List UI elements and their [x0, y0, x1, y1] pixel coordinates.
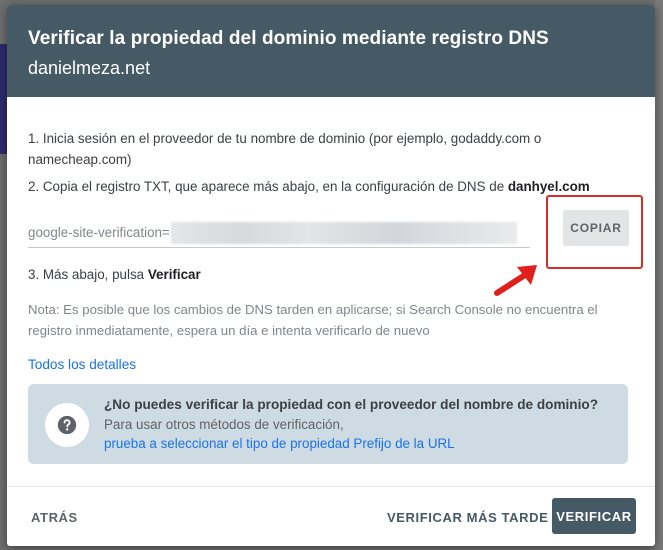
dns-delay-note: Nota: Es posible que los cambios de DNS …	[28, 302, 598, 338]
dialog-footer: ATRÁS VERIFICAR MÁS TARDE VERIFICAR	[7, 486, 655, 546]
step-1-text: 1. Inicia sesión en el proveedor de tu n…	[28, 131, 542, 167]
step-2-text: 2. Copia el registro TXT, que aparece má…	[28, 176, 618, 197]
alternative-method-card: ¿No puedes verificar la propiedad con el…	[28, 384, 628, 464]
verify-button[interactable]: VERIFICAR	[552, 498, 636, 534]
background-page-edge	[655, 0, 663, 550]
dialog-domain: danielmeza.net	[28, 58, 151, 78]
txt-record-prefix: google-site-verification=	[28, 224, 170, 240]
help-icon-circle	[45, 403, 89, 447]
alternative-method-text: ¿No puedes verificar la propiedad con el…	[104, 395, 624, 453]
step-2-prefix: 2. Copia el registro TXT, que aparece má…	[28, 179, 508, 194]
step-3-prefix: 3. Más abajo, pulsa	[28, 267, 148, 282]
verify-later-button[interactable]: VERIFICAR MÁS TARDE	[379, 501, 556, 533]
url-prefix-property-link[interactable]: prueba a seleccionar el tipo de propieda…	[104, 434, 455, 453]
back-button[interactable]: ATRÁS	[21, 501, 88, 533]
all-details-link[interactable]: Todos los detalles	[28, 355, 136, 375]
alternative-method-subtitle: Para usar otros métodos de verificación,	[104, 417, 344, 432]
step-3-text: 3. Más abajo, pulsa Verificar	[28, 264, 618, 285]
verify-domain-dialog: Verificar la propiedad del dominio media…	[7, 5, 655, 546]
txt-record-field[interactable]: google-site-verification=	[28, 218, 530, 248]
help-icon	[57, 415, 77, 435]
copy-button[interactable]: COPIAR	[563, 210, 629, 246]
dialog-title: Verificar la propiedad del dominio media…	[28, 28, 549, 49]
txt-record-redacted-value	[170, 221, 517, 244]
step-2-domain: danhyel.com	[507, 179, 590, 194]
dialog-header: Verificar la propiedad del dominio media…	[7, 5, 655, 97]
alternative-method-title: ¿No puedes verificar la propiedad con el…	[104, 397, 598, 412]
step-3-action: Verificar	[147, 267, 201, 282]
